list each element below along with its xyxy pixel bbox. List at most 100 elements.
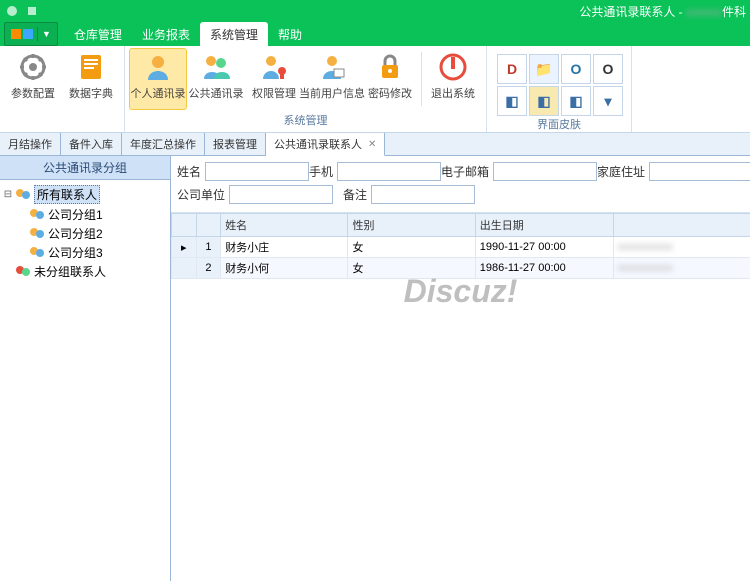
col-header-0[interactable]: 姓名 [221,214,348,237]
doc-tab-4[interactable]: 公共通讯录联系人 ✕ [266,133,385,156]
sys-icon-1[interactable] [4,3,20,19]
ribbon-perm-manage[interactable]: 权限管理 [245,48,303,110]
ribbon-label: 参数配置 [11,85,55,101]
col-header-3[interactable] [613,214,750,237]
col-header-2[interactable]: 出生日期 [475,214,613,237]
input-company[interactable] [229,185,333,204]
tree-group-label: 公司分组3 [48,244,103,261]
skin-4[interactable]: O [593,54,623,84]
tree-root[interactable]: ⊟ 所有联系人 [2,184,168,205]
tree-ungrouped[interactable]: 未分组联系人 [2,262,168,281]
qat-sep [37,27,38,41]
tree-group-2[interactable]: 公司分组3 [28,243,168,262]
ribbon-change-pwd[interactable]: 密码修改 [361,48,419,110]
cell-blank: xxxxxxxxxx [613,258,750,279]
tree-group-label: 公司分组2 [48,225,103,242]
table-row[interactable]: ▸1财务小庄女1990-11-27 00:00xxxxxxxxxxxxxxxx5… [172,237,750,258]
titlebar-sys-icons [4,3,40,19]
doc-tab-label: 月结操作 [8,136,52,152]
ribbon-label: 公共通讯录 [189,85,244,101]
main-panel: 姓名 手机 电子邮箱 家庭住址 办公地址 公司单位 [171,156,750,581]
group-icon [28,226,46,242]
close-icon[interactable]: ✕ [368,139,376,150]
doc-tab-label: 备件入库 [69,136,113,152]
ribbon-group-2: 个人通讯录公共通讯录权限管理当前用户信息密码修改退出系统 系统管理 [125,46,487,132]
table-row[interactable]: 2财务小何女1986-11-27 00:00xxxxxxxxxxxxxxxx06… [172,258,750,279]
doc-tab-2[interactable]: 年度汇总操作 [122,133,205,155]
input-mobile[interactable] [337,162,441,181]
input-name[interactable] [205,162,309,181]
skin-3[interactable]: O [561,54,591,84]
row-num: 2 [196,258,221,279]
sidebar-title: 公共通讯录分组 [0,156,170,180]
ribbon-label: 权限管理 [252,85,296,101]
skin-8[interactable]: ▾ [593,86,623,116]
skin-6[interactable]: ◧ [529,86,559,116]
ribbon-group-2-label: 系统管理 [129,110,482,132]
col-selector[interactable] [172,214,197,237]
window-title-blur: xxxxxx [686,5,722,19]
tree-group-1[interactable]: 公司分组2 [28,224,168,243]
doc-tab-0[interactable]: 月结操作 [0,133,61,155]
ribbon: 参数配置数据字典 个人通讯录公共通讯录权限管理当前用户信息密码修改退出系统 系统… [0,46,750,133]
menu-tab-2[interactable]: 系统管理 [200,22,268,46]
qat-dropdown-icon[interactable]: ▼ [42,29,51,39]
label-email: 电子邮箱 [441,163,489,180]
skin-5[interactable]: ◧ [497,86,527,116]
skin-2[interactable]: 📁 [529,54,559,84]
ribbon-label: 数据字典 [69,85,113,101]
input-email[interactable] [493,162,597,181]
ribbon-group-3: D 📁 O O ◧ ◧ ◧ ▾ 界面皮肤 [487,46,632,132]
row-selector[interactable]: ▸ [172,237,197,258]
personal-contacts-icon [142,51,174,83]
sidebar: 公共通讯录分组 ⊟ 所有联系人 公司分组1 公司分组2 公司分组3 未分组联系人 [0,156,171,581]
qat-btn-2[interactable] [23,29,33,39]
label-name: 姓名 [177,163,201,180]
col-header-1[interactable]: 性别 [348,214,475,237]
filter-form: 姓名 手机 电子邮箱 家庭住址 办公地址 公司单位 [171,156,750,213]
window-title: 公共通讯录联系人 - xxxxxx件科 [579,3,746,20]
doc-tab-1[interactable]: 备件入库 [61,133,122,155]
titlebar: 公共通讯录联系人 - xxxxxx件科 [0,0,750,22]
menu-tab-1[interactable]: 业务报表 [132,22,200,46]
change-pwd-icon [374,51,406,83]
data-grid: Discuz! 姓名性别出生日期电子邮箱 ▸1财务小庄女1990-11-27 0… [171,213,750,581]
label-remark: 备注 [343,186,367,203]
ribbon-group-1-label [4,114,120,132]
current-user-icon [316,51,348,83]
group-icon [28,245,46,261]
skin-1[interactable]: D [497,54,527,84]
doc-tab-label: 年度汇总操作 [130,136,196,152]
doc-tab-3[interactable]: 报表管理 [205,133,266,155]
doc-tab-label: 报表管理 [213,136,257,152]
ribbon-personal-contacts[interactable]: 个人通讯录 [129,48,187,110]
ribbon-public-contacts[interactable]: 公共通讯录 [187,48,245,110]
cell-blank: xxxxxxxxxx [613,237,750,258]
window-title-text: 公共通讯录联系人 - [579,5,686,19]
qat-btn-1[interactable] [11,29,21,39]
ribbon-label: 当前用户信息 [299,85,365,101]
cell-birth: 1986-11-27 00:00 [475,258,613,279]
tree-group-0[interactable]: 公司分组1 [28,205,168,224]
cell-name: 财务小何 [221,258,348,279]
tree-toggle-icon[interactable]: ⊟ [2,189,14,200]
ribbon-current-user[interactable]: 当前用户信息 [303,48,361,110]
ribbon-label: 个人通讯录 [131,85,186,101]
skin-grid: D 📁 O O ◧ ◧ ◧ ▾ [491,48,627,114]
params-config-icon [17,51,49,83]
tree-group-label: 公司分组1 [48,206,103,223]
ribbon-label: 密码修改 [368,85,412,101]
perm-manage-icon [258,51,290,83]
ribbon-params-config[interactable]: 参数配置 [4,48,62,114]
col-rownum[interactable] [196,214,221,237]
skin-7[interactable]: ◧ [561,86,591,116]
menu-tab-3[interactable]: 帮助 [268,22,312,46]
input-home[interactable] [649,162,750,181]
menu-tab-0[interactable]: 仓库管理 [64,22,132,46]
input-remark[interactable] [371,185,475,204]
ribbon-data-dict[interactable]: 数据字典 [62,48,120,114]
row-selector[interactable] [172,258,197,279]
ribbon-exit-system[interactable]: 退出系统 [424,48,482,110]
doc-tab-label: 公共通讯录联系人 [274,136,362,152]
sys-icon-2[interactable] [24,3,40,19]
